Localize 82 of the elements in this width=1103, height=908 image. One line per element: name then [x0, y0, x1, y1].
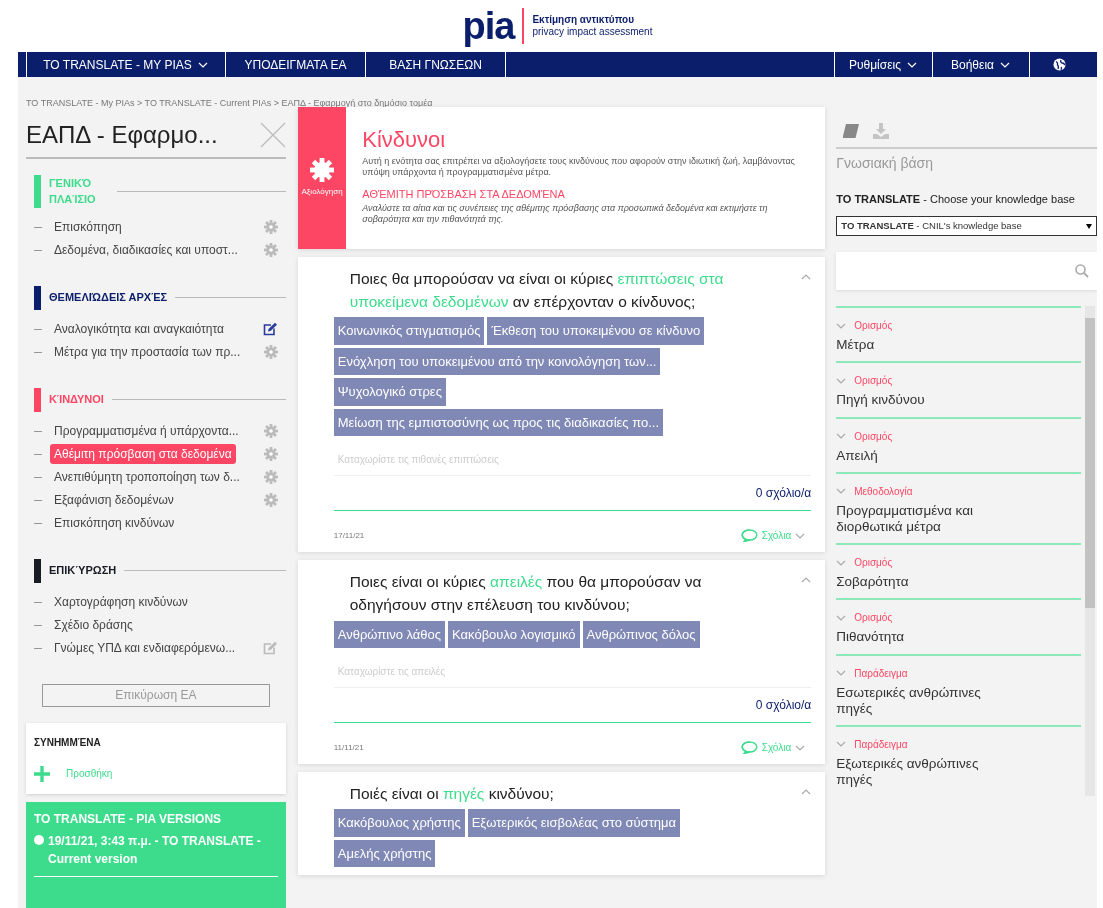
knowledge-category: Ορισμός	[854, 374, 893, 389]
knowledge-base-label: TO TRANSLATE - Choose your knowledge base	[836, 191, 1076, 207]
logo-tagline: Εκτίμηση αντικτύπου	[532, 14, 635, 26]
pia-title: ΕΑΠΔ - Εφαρμο...	[26, 119, 218, 150]
knowledge-entry[interactable]: Μέτρα	[836, 337, 1012, 354]
section-heading: ΓΕΝΙΚΌ ΠΛΑΊΣΙΟ	[49, 175, 97, 207]
answer-date: 17/11/21	[333, 529, 365, 542]
sidebar-item[interactable]: Εξαφάνιση δεδομένων	[50, 490, 178, 510]
question-text: Ποιες είναι οι κύριες απειλές που θα μπορούσαν να οδηγήσουν στην επέλευση του κινδύνου;	[348, 572, 703, 616]
gear-icon[interactable]	[263, 493, 278, 507]
sidebar-item[interactable]: Επισκόπηση	[50, 217, 126, 237]
knowledge-entry[interactable]: Εσωτερικές ανθρώπινες πηγές	[836, 684, 1012, 717]
section-title: Κίνδυνοι	[362, 125, 447, 154]
gear-icon[interactable]	[263, 447, 278, 461]
globe-icon	[1053, 58, 1066, 71]
sidebar-item[interactable]: Ανεπιθύμητη τροποποίηση των δ...	[50, 467, 244, 487]
knowledge-entry[interactable]: Πηγή κινδύνου	[836, 392, 1012, 409]
knowledge-base-title: Γνωσιακή βάση	[836, 153, 934, 173]
section-description: Αυτή η ενότητα σας επιτρέπει να αξιολογήσετε τους κινδύνους που αφορούν στην ιδιωτική ζωή, λαμβάνοντας υπόψη υπάρχοντα ή προγραμματισμένα μέτρα.	[362, 155, 796, 178]
sidebar-item[interactable]: Γνώμες ΥΠΔ και ενδιαφερόμενω...	[50, 638, 240, 658]
gear-icon[interactable]	[263, 470, 278, 484]
plus-icon	[34, 765, 50, 782]
speech-bubble-icon	[740, 741, 758, 754]
book-icon	[842, 123, 861, 140]
question-text: Ποιές είναι οι πηγές κινδύνου;	[348, 784, 554, 804]
attachments-title: ΣΥΝΗΜΜΈΝΑ	[34, 735, 102, 750]
gear-icon[interactable]	[263, 345, 278, 359]
knowledge-category: Ορισμός	[854, 429, 893, 444]
section-heading: ΘΕΜΕΛΙΏΔΕΙΣ ΑΡΧΈΣ	[49, 290, 168, 306]
knowledge-category: Ορισμός	[854, 319, 893, 334]
knowledge-category: Ορισμός	[854, 556, 893, 571]
answer-date: 11/11/21	[333, 741, 364, 754]
search-field[interactable]	[836, 252, 1097, 291]
knowledge-entry[interactable]: Απειλή	[836, 447, 1012, 464]
section-heading: ΕΠΙΚΎΡΩΣΗ	[49, 563, 117, 579]
comment-count: 0 σχόλιο/α	[755, 485, 812, 502]
section-badge: Αξιολόγηση	[297, 106, 347, 249]
question-text: Ποιες θα μπορούσαν να είναι οι κύριες επιπτώσεις στα υποκείμενα δεδομένων αν επέρχονταν ο κίνδυνος;	[348, 268, 725, 312]
versions-title: TO TRANSLATE - PIA VERSIONS	[34, 810, 223, 828]
speech-bubble-icon	[740, 529, 758, 542]
download-icon	[872, 123, 891, 140]
gear-icon[interactable]	[310, 157, 334, 182]
search-icon[interactable]	[1075, 264, 1089, 279]
nav-menu-item[interactable]: Βοήθεια	[932, 52, 1029, 77]
knowledge-category: Παράδειγμα	[854, 737, 908, 752]
edit-icon[interactable]	[262, 322, 278, 336]
knowledge-entry[interactable]: Εξωτερικές ανθρώπινες πηγές	[836, 755, 1012, 789]
sidebar-item[interactable]: Προγραμματισμένα ή υπάρχοντα...	[50, 421, 243, 441]
chevron-up-icon[interactable]	[801, 788, 812, 796]
logo-wordmark: pia	[462, 7, 515, 45]
knowledge-category: Ορισμός	[854, 611, 893, 626]
gear-icon[interactable]	[263, 243, 278, 257]
gear-icon[interactable]	[263, 424, 278, 438]
nav-menu-item[interactable]: ΥΠΟΔΕΙΓΜΑΤΑ ΕΑ	[226, 52, 366, 77]
bullet-icon	[34, 834, 44, 845]
sidebar-item[interactable]: Δεδομένα, διαδικασίες και υποστ...	[50, 240, 242, 260]
gear-icon[interactable]	[263, 220, 278, 234]
knowledge-base-select[interactable]: TO TRANSLATE - CNIL's knowledge base	[836, 216, 1097, 237]
section-heading: ΚΊΝΔΥΝΟΙ	[49, 392, 104, 408]
sidebar-item[interactable]: Σχέδιο δράσης	[50, 615, 137, 635]
chevron-up-icon[interactable]	[801, 272, 812, 281]
sidebar-item[interactable]: Αναλογικότητα και αναγκαιότητα	[50, 319, 229, 339]
chevron-up-icon[interactable]	[801, 576, 812, 584]
knowledge-category: Παράδειγμα	[854, 666, 908, 681]
close-icon[interactable]	[259, 121, 286, 148]
logo-divider	[522, 8, 525, 44]
sidebar-item[interactable]: Μέτρα για την προστασία των πρ...	[50, 342, 245, 362]
knowledge-category: Μεθοδολογία	[854, 484, 913, 499]
comment-count: 0 σχόλιο/α	[755, 697, 812, 714]
risk-description: Αναλύστε τα αίτια και τις συνέπειες της αθέμιτης πρόσβασης στα προσωπικά δεδομένα και εκτιμήστε τη σοβαρότητα και την πιθανότητά της.	[362, 202, 769, 225]
nav-menu-item[interactable]: TO TRANSLATE - MY PIAS	[26, 52, 226, 77]
scrollbar[interactable]	[1085, 306, 1096, 797]
knowledge-entry[interactable]: Σοβαρότητα	[836, 574, 1012, 591]
logo-tagline: privacy impact assessment	[532, 26, 653, 38]
knowledge-entry[interactable]: Πιθανότητα	[836, 629, 1012, 646]
knowledge-entry[interactable]: Προγραμματισμένα και διορθωτικά μέτρα	[836, 502, 1012, 536]
dropdown-arrow-icon	[1086, 223, 1092, 229]
sidebar-item[interactable]: Χαρτογράφηση κινδύνων	[50, 592, 192, 612]
sidebar-item[interactable]: Επισκόπηση κινδύνων	[50, 513, 179, 533]
risk-title: ΑΘΈΜΙΤΗ ΠΡΌΣΒΑΣΗ ΣΤΑ ΔΕΔΟΜΈΝΑ	[362, 187, 566, 202]
nav-menu-item[interactable]: Ρυθμίσεις	[833, 52, 932, 77]
nav-menu-item[interactable]: ΒΑΣΗ ΓΝΩΣΕΩΝ	[366, 52, 506, 77]
